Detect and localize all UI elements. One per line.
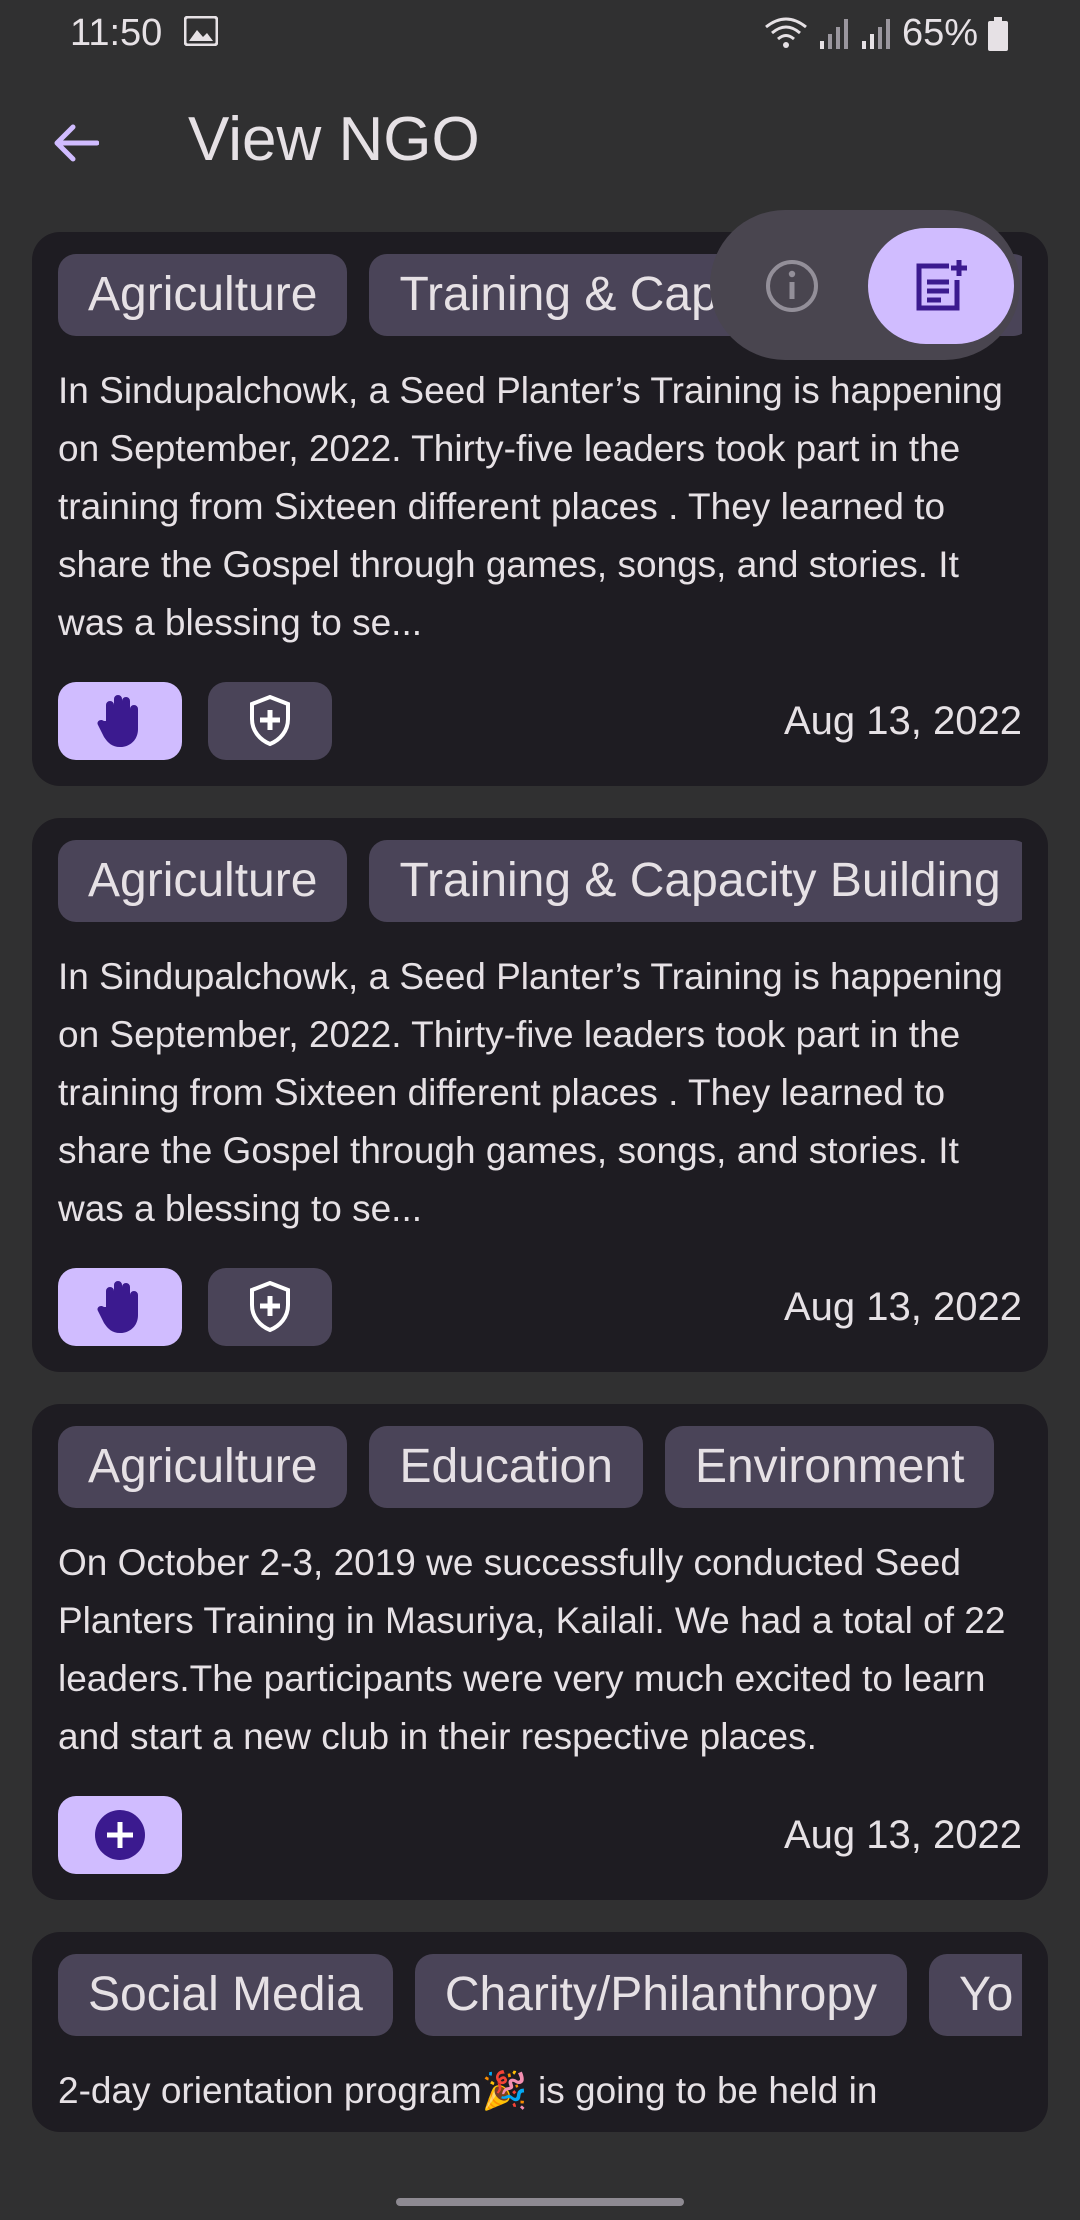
post-date: Aug 13, 2022 [784, 698, 1022, 743]
post-footer: Aug 13, 2022 [58, 682, 1022, 760]
post-card[interactable]: Social Media Charity/Philanthropy Yo 2-d… [32, 1932, 1048, 2132]
battery-percent: 65% [901, 12, 978, 54]
shield-plus-icon [250, 1281, 290, 1333]
post-description: In Sindupalchowk, a Seed Planter’s Train… [58, 370, 1003, 643]
category-chip[interactable]: Environment [664, 1426, 995, 1508]
category-chip[interactable]: Education [369, 1426, 643, 1508]
add-button[interactable] [58, 1796, 182, 1874]
back-button[interactable] [42, 110, 108, 176]
home-indicator[interactable] [396, 2198, 684, 2206]
hand-icon [97, 695, 138, 747]
category-chips: Agriculture Training & Capacity Building [58, 840, 1022, 922]
category-chip[interactable]: Training & Capacity Building [369, 840, 1022, 922]
post-footer: Aug 13, 2022 [58, 1796, 1022, 1874]
ngo-feed[interactable]: Agriculture Training & Capacity Building… [32, 232, 1048, 2164]
signal-icon [861, 18, 890, 49]
post-footer: Aug 13, 2022 [58, 1268, 1022, 1346]
category-chip[interactable]: Charity/Philanthropy [414, 1954, 908, 2036]
status-bar: 11:50 65% [0, 0, 1080, 66]
status-right: 65% [764, 12, 1008, 55]
post-card[interactable]: Agriculture Education Environment On Oct… [32, 1404, 1048, 1900]
post-date: Aug 13, 2022 [784, 1284, 1022, 1329]
page-title: View NGO [188, 105, 480, 174]
status-time: 11:50 [70, 12, 163, 54]
wifi-icon [765, 17, 807, 48]
post-description: On October 2-3, 2019 we successfully con… [58, 1542, 1006, 1757]
note-add-icon [916, 260, 967, 311]
signal-icon [819, 18, 848, 49]
post-description: 2-day orientation program🎉 is going to b… [58, 2070, 878, 2111]
gallery-notification-icon [184, 16, 218, 46]
raise-hand-button[interactable] [58, 682, 182, 760]
category-chip[interactable]: Agriculture [58, 254, 348, 336]
add-note-button[interactable] [868, 228, 1014, 344]
category-chips: Social Media Charity/Philanthropy Yo [58, 1954, 1022, 2036]
battery-icon [988, 16, 1008, 51]
category-chips: Agriculture Education Environment [58, 1426, 1022, 1508]
post-date: Aug 13, 2022 [784, 1812, 1022, 1857]
shield-plus-icon [250, 695, 290, 747]
post-card[interactable]: Agriculture Training & Capacity Building… [32, 818, 1048, 1372]
hand-icon [97, 1281, 138, 1333]
category-chip[interactable]: Social Media [58, 1954, 393, 2036]
health-support-button[interactable] [208, 1268, 332, 1346]
raise-hand-button[interactable] [58, 1268, 182, 1346]
health-support-button[interactable] [208, 682, 332, 760]
category-chip[interactable]: Agriculture [58, 840, 348, 922]
arrow-left-icon [54, 124, 99, 162]
info-icon[interactable] [762, 256, 822, 316]
fab-group [710, 210, 1020, 360]
category-chip[interactable]: Agriculture [58, 1426, 348, 1508]
plus-circle-icon [95, 1810, 145, 1860]
post-description: In Sindupalchowk, a Seed Planter’s Train… [58, 956, 1003, 1229]
category-chip[interactable]: Yo [929, 1954, 1022, 2036]
app-bar: View NGO [0, 80, 1080, 195]
